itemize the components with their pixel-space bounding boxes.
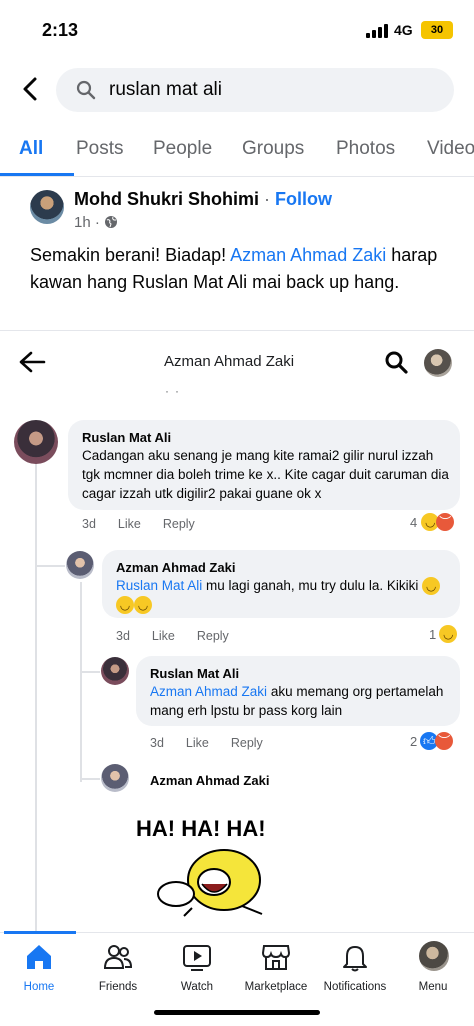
- comment-actions: 3d Like Reply: [82, 517, 217, 531]
- nav-home[interactable]: Home: [0, 938, 84, 998]
- ellipsis-icon: ··: [165, 384, 185, 398]
- commenter-avatar: [101, 657, 129, 685]
- nav-marketplace[interactable]: Marketplace: [231, 938, 321, 998]
- embedded-page-title: Azman Ahmad Zaki: [164, 353, 295, 370]
- reaction-count: 2: [410, 733, 418, 749]
- thread-line: [80, 778, 100, 780]
- comment-actions: 3d Like Reply: [150, 736, 285, 750]
- comment-text: Ruslan Mat Ali mu lagi ganah, mu try dul…: [116, 576, 446, 614]
- reaction-summary: 4 ◡ ︶: [410, 512, 455, 532]
- comment-text: Cadangan aku senang je mang kite ramai2 …: [82, 448, 449, 501]
- nav-label: Marketplace: [244, 981, 308, 993]
- back-arrow-icon[interactable]: [18, 76, 44, 102]
- sticker-text: HA! HA! HA!: [136, 816, 266, 841]
- embedded-search-icon: [385, 351, 408, 374]
- battery-icon: 30: [421, 21, 453, 39]
- post-body: Semakin berani! Biadap! Azman Ahmad Zaki…: [30, 242, 450, 296]
- comment-time: 3d: [82, 517, 96, 531]
- tab-video[interactable]: Video: [427, 138, 474, 160]
- embedded-back-arrow-icon: [19, 351, 46, 373]
- tab-groups[interactable]: Groups: [242, 138, 304, 160]
- post-header: Mohd Shukri Shohimi · Follow: [74, 189, 332, 210]
- angry-reaction-icon: ︶: [435, 732, 454, 750]
- network-type: 4G: [394, 22, 413, 38]
- nav-notifications[interactable]: Notifications: [310, 938, 400, 998]
- tab-all[interactable]: All: [19, 138, 43, 160]
- commenter-avatar: [66, 551, 94, 579]
- divider: [0, 330, 474, 331]
- tab-posts[interactable]: Posts: [76, 138, 124, 160]
- tab-people[interactable]: People: [153, 138, 212, 160]
- search-query: ruslan mat ali: [109, 79, 222, 100]
- comment-actions: 3d Like Reply: [116, 629, 251, 643]
- nav-friends[interactable]: Friends: [73, 938, 163, 998]
- active-nav-indicator: [4, 931, 76, 934]
- thread-line: [80, 671, 100, 673]
- search-tabs: All Posts People Groups Photos Video: [0, 128, 474, 176]
- laughing-emoji-icon: ◡: [134, 596, 152, 614]
- post-author-name[interactable]: Mohd Shukri Shohimi: [74, 189, 259, 209]
- home-icon: [27, 945, 51, 969]
- embedded-profile-avatar: [424, 349, 452, 377]
- comment-time: 3d: [116, 629, 130, 643]
- signal-icon: [366, 24, 388, 38]
- laughing-sticker-icon: HA! HA! HA!: [136, 816, 266, 917]
- post-mention-link[interactable]: Azman Ahmad Zaki: [230, 245, 386, 265]
- reaction-count: 4: [410, 514, 418, 530]
- nav-menu[interactable]: Menu: [388, 938, 474, 998]
- comment-time: 3d: [150, 736, 164, 750]
- reaction-summary: 1 ◡: [429, 624, 458, 644]
- search-input[interactable]: ruslan mat ali: [56, 68, 454, 112]
- comment-text-part: mu lagi ganah, mu try dulu la. Kikiki: [202, 578, 419, 593]
- status-time: 2:13: [42, 20, 79, 40]
- reply-button: Reply: [162, 517, 195, 531]
- home-indicator[interactable]: [154, 1010, 320, 1015]
- angry-reaction-icon: ︶: [436, 513, 455, 531]
- marketplace-icon: [261, 945, 291, 970]
- search-icon: [76, 80, 96, 100]
- status-bar: 2:13 4G 30: [0, 0, 474, 56]
- thread-line: [35, 462, 37, 932]
- globe-icon: [105, 216, 118, 228]
- comment-text: Azman Ahmad Zaki aku memang org pertamel…: [150, 682, 450, 720]
- reaction-count: 1: [429, 626, 437, 642]
- like-button: Like: [185, 736, 209, 750]
- post-time-text: 1h ·: [74, 214, 100, 231]
- nav-label: Friends: [98, 981, 138, 993]
- comment-author: Ruslan Mat Ali: [82, 430, 172, 445]
- thread-line: [35, 565, 65, 567]
- divider: [0, 176, 474, 177]
- laughing-emoji-icon: ◡: [116, 596, 134, 614]
- comment-mention-link: Azman Ahmad Zaki: [150, 684, 268, 699]
- nav-label: Notifications: [323, 981, 387, 993]
- nav-label: Menu: [418, 981, 448, 993]
- post-timestamp: 1h ·: [74, 214, 118, 231]
- haha-reaction-icon: ◡: [439, 625, 458, 643]
- nav-label: Home: [23, 981, 55, 993]
- watch-icon: [183, 945, 211, 971]
- comment-mention-link: Ruslan Mat Ali: [116, 578, 203, 593]
- nav-label: Watch: [180, 981, 214, 993]
- like-button: Like: [151, 629, 175, 643]
- like-button: Like: [117, 517, 141, 531]
- friends-icon: [103, 945, 133, 969]
- comment-author: Azman Ahmad Zaki: [116, 560, 236, 575]
- menu-avatar-icon: [419, 941, 449, 971]
- nav-watch[interactable]: Watch: [152, 938, 242, 998]
- comment-author: Azman Ahmad Zaki: [150, 773, 270, 788]
- post-author-avatar[interactable]: [30, 190, 64, 224]
- comment-author: Ruslan Mat Ali: [150, 666, 240, 681]
- tab-photos[interactable]: Photos: [336, 138, 395, 160]
- commenter-avatar: [14, 420, 58, 464]
- bell-icon: [343, 946, 367, 972]
- reaction-summary: 2 👍︎ ︶: [410, 731, 454, 751]
- reply-button: Reply: [230, 736, 263, 750]
- post-separator: ·: [264, 189, 271, 209]
- laughing-emoji-icon: ◡: [422, 577, 441, 595]
- post-text-part: Semakin berani! Biadap!: [30, 245, 231, 265]
- follow-button[interactable]: Follow: [275, 189, 332, 209]
- thread-line: [80, 582, 82, 782]
- reply-button: Reply: [196, 629, 229, 643]
- commenter-avatar: [101, 764, 129, 792]
